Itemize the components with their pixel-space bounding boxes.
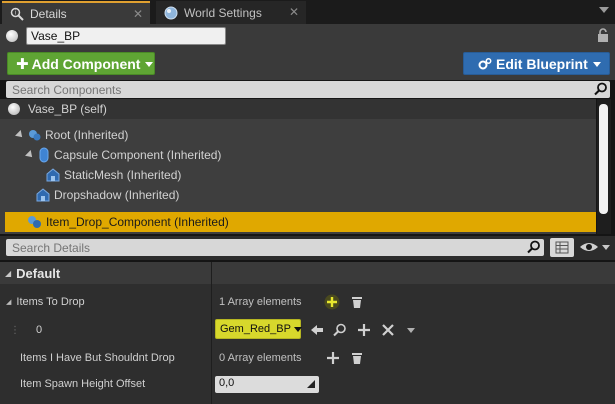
view-options-eye-icon[interactable] [579, 239, 611, 255]
array-count: 0 Array elements [219, 352, 302, 364]
chevron-down-icon[interactable] [406, 327, 416, 335]
trash-icon[interactable] [351, 296, 363, 309]
search-icon [527, 240, 540, 254]
category-default[interactable]: ◢ Default [0, 262, 615, 284]
plus-icon: ✚ [16, 55, 29, 73]
tree-item-label: Dropshadow (Inherited) [54, 188, 180, 202]
name-row [0, 24, 615, 48]
drag-handle-icon[interactable]: ⋮ [10, 325, 20, 336]
capsule-icon [39, 147, 49, 163]
tab-world-settings[interactable]: World Settings ✕ [156, 1, 306, 24]
chevron-down-icon [145, 62, 154, 67]
trash-icon[interactable] [351, 352, 363, 365]
tree-item-label: Item_Drop_Component (Inherited) [46, 215, 229, 229]
array-count: 1 Array elements [219, 296, 302, 308]
tree-item-self[interactable]: Vase_BP (self) [0, 99, 596, 119]
gears-icon [478, 57, 492, 69]
search-icon [594, 82, 607, 96]
tree-scrollbar-thumb[interactable] [599, 104, 608, 214]
expand-arrow-icon[interactable] [15, 130, 25, 140]
tree-item-capsule[interactable]: Capsule Component (Inherited) [25, 145, 222, 165]
array-index: 0 [36, 324, 43, 336]
add-element-icon[interactable] [324, 294, 340, 310]
tab-details[interactable]: i Details ✕ [2, 1, 150, 24]
tree-item-item-drop-component[interactable]: Item_Drop_Component (Inherited) [5, 212, 596, 232]
edit-blueprint-label: Edit Blueprint [496, 55, 588, 72]
add-component-button[interactable]: ✚ Add Component [7, 52, 155, 75]
static-mesh-icon [36, 188, 50, 202]
actor-name-field[interactable] [26, 27, 226, 45]
panel-menu-icon[interactable] [597, 5, 611, 19]
tab-details-label: Details [30, 6, 67, 21]
search-details-input[interactable] [6, 239, 544, 256]
collapse-arrow-icon: ◢ [5, 268, 12, 278]
tree-item-label: Capsule Component (Inherited) [54, 148, 222, 162]
clear-x-icon[interactable] [382, 324, 394, 336]
chevron-down-icon [592, 62, 601, 67]
property-items-have-but-shouldnt-drop[interactable]: Items I Have But Shouldnt Drop [20, 346, 175, 370]
scene-component-icon [29, 130, 41, 141]
details-icon: i [10, 7, 24, 21]
toolbar: ✚ Add Component Edit Blueprint [0, 48, 615, 80]
property-items-to-drop[interactable]: ◢ Items To Drop [6, 290, 85, 314]
spawn-height-offset-input[interactable]: 0,0 [215, 376, 319, 393]
globe-icon [164, 6, 178, 19]
close-icon[interactable]: ✕ [289, 5, 299, 19]
use-selected-arrow-icon[interactable] [310, 324, 324, 336]
property-label: Items To Drop [16, 296, 85, 308]
expand-arrow-icon[interactable] [25, 150, 35, 160]
tree-item-label: StaticMesh (Inherited) [64, 168, 182, 182]
tree-item-dropshadow[interactable]: Dropshadow (Inherited) [36, 185, 179, 205]
property-matrix-button[interactable] [550, 238, 574, 257]
actor-component-icon [28, 216, 41, 228]
asset-name: Gem_Red_BP [220, 323, 291, 335]
add-element-icon[interactable] [327, 352, 339, 364]
components-tree: Vase_BP (self) Root (Inherited) Capsule … [0, 99, 596, 234]
edit-blueprint-button[interactable]: Edit Blueprint [463, 52, 610, 75]
svg-text:i: i [15, 9, 17, 16]
tree-item-staticmesh[interactable]: StaticMesh (Inherited) [46, 165, 181, 185]
array-element-0[interactable]: ⋮ 0 [10, 318, 42, 342]
tree-item-label: Root (Inherited) [45, 128, 129, 142]
property-label: Items I Have But Shouldnt Drop [20, 352, 175, 364]
tree-item-root[interactable]: Root (Inherited) [15, 125, 129, 145]
search-components-input[interactable] [6, 81, 610, 98]
tree-item-label: Vase_BP (self) [28, 102, 107, 116]
actor-icon [8, 103, 20, 115]
chevron-down-icon [293, 326, 302, 332]
actor-icon [6, 30, 18, 42]
numeric-value: 0,0 [219, 377, 235, 389]
asset-picker-dropdown[interactable]: Gem_Red_BP [215, 319, 302, 339]
tab-world-settings-label: World Settings [184, 5, 262, 20]
expand-arrow-icon[interactable]: ◢ [6, 298, 11, 306]
close-icon[interactable]: ✕ [133, 7, 143, 21]
tab-bar: i Details ✕ World Settings ✕ [0, 0, 615, 24]
column-splitter[interactable] [211, 262, 212, 404]
resize-corner-icon [307, 380, 315, 388]
insert-plus-icon[interactable] [358, 324, 370, 336]
browse-search-icon[interactable] [333, 323, 347, 337]
grid-icon [555, 241, 569, 254]
add-component-label: Add Component [31, 55, 141, 72]
lock-icon[interactable] [597, 28, 609, 43]
category-label: Default [16, 265, 61, 281]
property-label: Item Spawn Height Offset [20, 378, 146, 390]
static-mesh-icon [46, 168, 60, 182]
property-item-spawn-height-offset[interactable]: Item Spawn Height Offset [20, 372, 145, 396]
